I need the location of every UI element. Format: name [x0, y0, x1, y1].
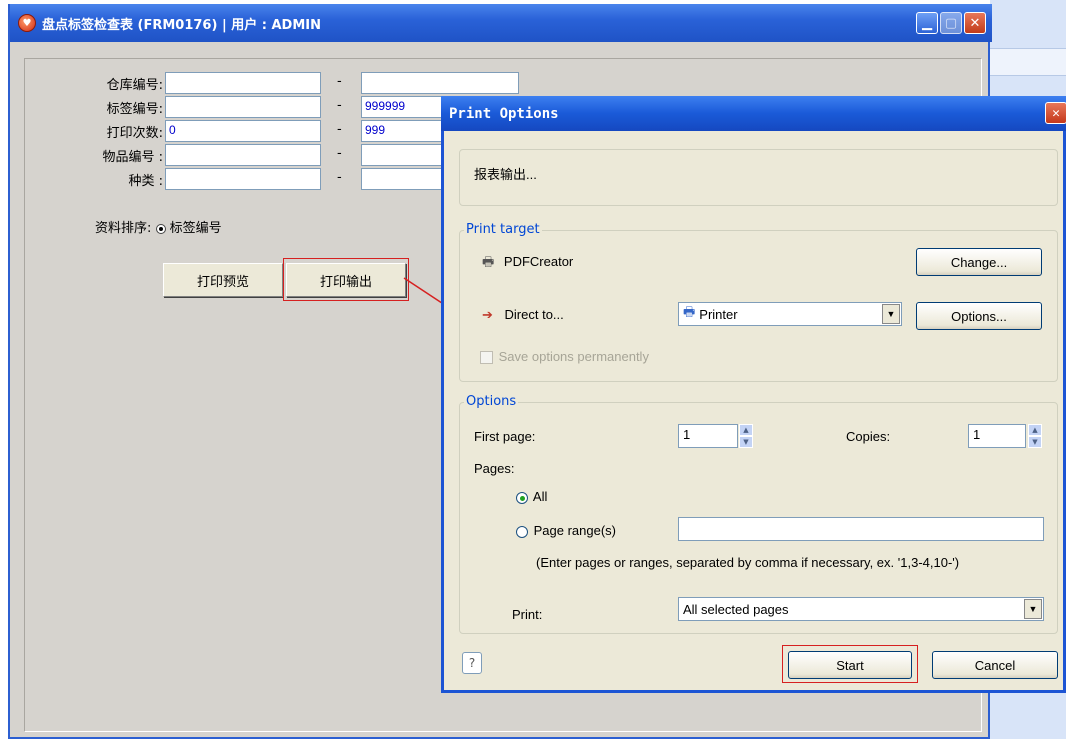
warehouse-from-input[interactable] [165, 72, 321, 94]
options-title: Options [464, 394, 519, 409]
all-radio-label: All [532, 489, 548, 504]
options-button-label: Options... [951, 308, 1007, 324]
range-dash: - [337, 146, 342, 161]
change-button[interactable]: Change... [916, 248, 1042, 276]
dialog-title: Print Options [449, 105, 559, 122]
sort-row: 资料排序: 标签编号 [95, 217, 222, 236]
help-icon[interactable]: ? [462, 652, 482, 674]
printer-select-icon: 🖶 [683, 304, 696, 319]
direct-to-label: Direct to... [504, 307, 564, 322]
range-dash: - [337, 170, 342, 185]
highlight-box [283, 258, 409, 301]
maximize-button[interactable]: ▢ [940, 12, 962, 34]
print-target-title: Print target [464, 222, 542, 237]
print-count-from-input[interactable]: 0 [165, 120, 321, 142]
printer-row: 🖶 PDFCreator [482, 253, 573, 275]
print-count-label: 打印次数: [106, 126, 163, 141]
main-window-title: 盘点标签检查表 (FRM0176) | 用户 : ADMIN [42, 17, 321, 33]
page-range-radio-row[interactable]: Page range(s) [516, 523, 616, 538]
start-highlight-box [782, 645, 918, 683]
options-group: Options First page: 1 ▲ ▼ Copies: 1 ▲ ▼ Pa… [459, 394, 1058, 634]
print-select[interactable]: All selected pages ▼ [678, 597, 1044, 621]
direct-to-select[interactable]: 🖶 Printer ▼ [678, 302, 902, 326]
options-button[interactable]: Options... [916, 302, 1042, 330]
cancel-button-label: Cancel [974, 657, 1016, 673]
close-button[interactable]: ✕ [964, 12, 986, 34]
range-dash: - [337, 98, 342, 113]
tag-no-from-input[interactable] [165, 96, 321, 118]
first-page-input[interactable]: 1 [678, 424, 738, 448]
sort-label: 资料排序: [95, 221, 152, 236]
page-range-hint: (Enter pages or ranges, separated by com… [536, 555, 960, 570]
item-no-label: 物品编号 : [102, 150, 163, 165]
direct-to-value: Printer [699, 306, 738, 322]
sort-option-label: 标签编号 [169, 221, 222, 236]
change-button-label: Change... [950, 254, 1008, 270]
chevron-down-icon[interactable]: ▼ [882, 304, 900, 324]
printer-icon: 🖶 [482, 254, 495, 269]
pages-label: Pages: [474, 461, 515, 476]
range-dash: - [337, 122, 342, 137]
warehouse-to-input[interactable] [361, 72, 519, 94]
all-radio-row[interactable]: All [516, 489, 547, 504]
print-select-value: All selected pages [683, 601, 789, 617]
warehouse-label: 仓库编号: [106, 78, 163, 93]
item-no-from-input[interactable] [165, 144, 321, 166]
page-range-label: Page range(s) [533, 523, 617, 538]
first-page-spinner[interactable]: ▲ ▼ [739, 424, 753, 448]
cancel-button[interactable]: Cancel [932, 651, 1058, 679]
chevron-down-icon[interactable]: ▼ [1024, 599, 1042, 619]
all-radio[interactable] [516, 491, 528, 504]
copies-input[interactable]: 1 [968, 424, 1026, 448]
category-from-input[interactable] [165, 168, 321, 190]
copies-label: Copies: [846, 429, 891, 444]
main-title-bar[interactable]: ♥ 盘点标签检查表 (FRM0176) | 用户 : ADMIN ▁ ▢ ✕ [10, 4, 992, 42]
dialog-close-button[interactable]: ✕ [1045, 102, 1066, 124]
sort-radio[interactable] [155, 223, 166, 234]
save-options-label: Save options permanently [498, 349, 649, 364]
report-info-box: 报表输出... [459, 149, 1058, 206]
save-options-checkbox[interactable] [480, 351, 493, 365]
printer-name: PDFCreator [503, 254, 574, 269]
page-range-input[interactable] [678, 517, 1044, 541]
minimize-button[interactable]: ▁ [916, 12, 938, 34]
copies-spinner[interactable]: ▲ ▼ [1028, 424, 1042, 448]
direct-to-row: ➔ Direct to... [482, 307, 564, 323]
background-toolbar [990, 48, 1066, 76]
app-icon: ♥ [18, 14, 36, 32]
page-range-radio[interactable] [516, 525, 528, 538]
tag-no-label: 标签编号: [106, 102, 163, 117]
category-label: 种类 : [128, 174, 163, 189]
range-dash: - [337, 74, 342, 89]
print-target-group: Print target 🖶 PDFCreator Change... ➔ Di… [459, 222, 1058, 382]
direct-to-icon: ➔ [482, 307, 493, 322]
dialog-title-bar[interactable]: Print Options ✕ [441, 96, 1066, 131]
print-preview-button[interactable]: 打印预览 [163, 263, 283, 297]
first-page-label: First page: [474, 429, 536, 444]
print-options-dialog: Print Options ✕ 报表输出... Print target 🖶 P… [441, 96, 1066, 693]
save-options-row: Save options permanently [480, 349, 649, 365]
print-label: Print: [512, 607, 543, 622]
report-output-text: 报表输出... [474, 167, 537, 182]
